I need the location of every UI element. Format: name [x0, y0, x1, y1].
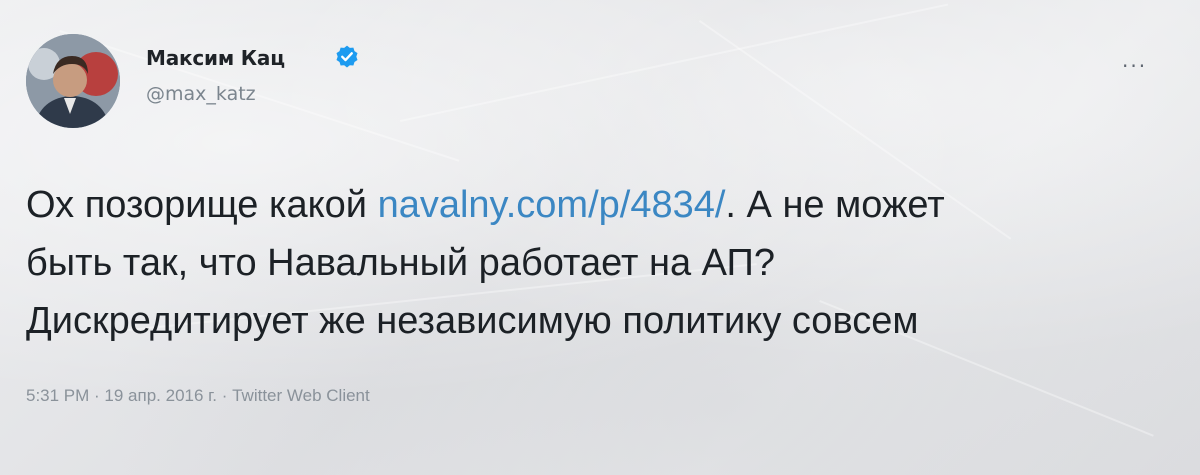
user-handle[interactable]: @max_katz — [146, 83, 256, 105]
tweet-text-line-1: Ох позорище какой navalny.com/p/4834/. А… — [26, 176, 1186, 234]
tweet-text-segment: . А не может — [725, 184, 945, 226]
verified-badge-icon — [336, 45, 358, 68]
tweet-timestamp[interactable]: 5:31 PM · 19 апр. 2016 г. · Twitter Web … — [26, 386, 370, 406]
tweet-text-segment: Ох позорище какой — [26, 184, 378, 226]
tweet-card: Максим Кац @max_katz ... Ох позорище как… — [0, 0, 1200, 475]
tweet-text: Ох позорище какой navalny.com/p/4834/. А… — [26, 176, 1186, 350]
avatar[interactable] — [26, 34, 120, 128]
tweet-link[interactable]: navalny.com/p/4834/ — [378, 184, 726, 226]
tweet-text-line-3: Дискредитирует же независимую политику с… — [26, 300, 919, 342]
avatar-image — [26, 34, 120, 128]
display-name[interactable]: Максим Кац — [146, 46, 285, 70]
tweet-text-line-2: быть так, что Навальный работает на АП? — [26, 242, 775, 284]
more-options-icon[interactable]: ... — [1122, 48, 1147, 72]
